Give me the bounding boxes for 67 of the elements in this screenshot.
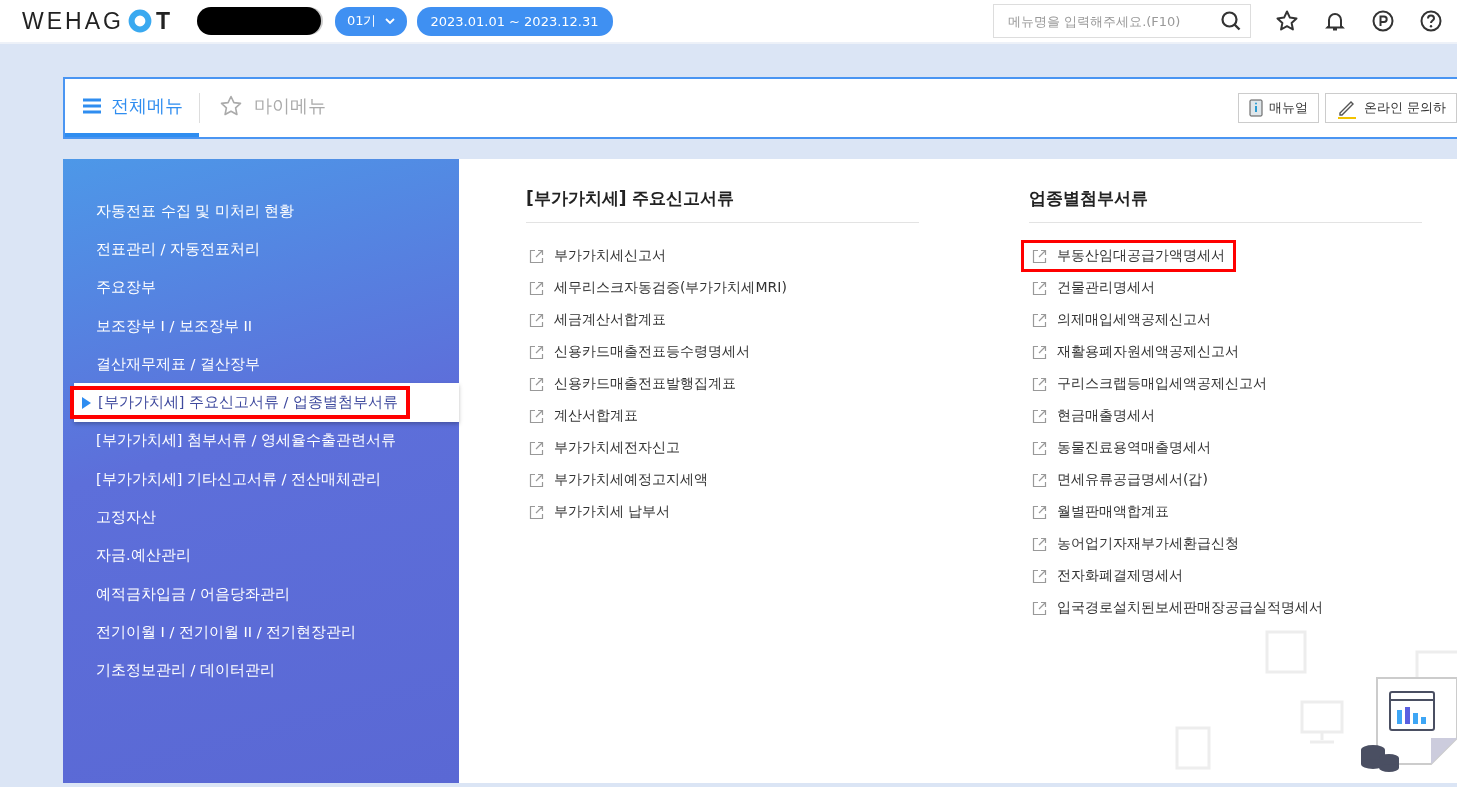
menu-link[interactable]: 세무리스크자동검증(부가가치세MRI)	[518, 272, 798, 304]
menu-link[interactable]: 구리스크랩등매입세액공제신고서	[1021, 368, 1278, 400]
menu-link[interactable]: 부가가치세예정고지세액	[518, 464, 719, 496]
sidebar-item[interactable]: 주요장부	[63, 268, 459, 307]
sidebar-item[interactable]: 보조장부 I / 보조장부 II	[63, 306, 459, 346]
menu-link[interactable]: 부동산임대공급가액명세서	[1021, 240, 1236, 272]
menu-link[interactable]: 세금계산서합계표	[518, 304, 677, 336]
menu-link[interactable]: 재활용폐자원세액공제신고서	[1021, 336, 1250, 368]
help-icon[interactable]	[1419, 9, 1443, 33]
menu-link[interactable]: 신용카드매출전표발행집계표	[518, 368, 747, 400]
menu-link[interactable]: 농어업기자재부가세환급신청	[1021, 528, 1250, 560]
menu-link[interactable]: 현금매출명세서	[1021, 400, 1166, 432]
menu-link[interactable]: 면세유류공급명세서(갑)	[1021, 464, 1219, 496]
book-icon	[1248, 99, 1263, 117]
menu-link[interactable]: 부가가치세전자신고	[518, 432, 691, 464]
menu-icon	[83, 98, 101, 114]
external-link-icon	[1032, 408, 1047, 424]
inquiry-button[interactable]: 온라인 문의하	[1324, 93, 1457, 123]
manual-button[interactable]: 매뉴얼	[1237, 93, 1319, 123]
star-icon[interactable]	[1275, 9, 1299, 33]
external-link-icon	[1032, 248, 1047, 264]
external-link-icon	[1032, 440, 1047, 456]
search-field[interactable]: 메뉴명을 입력해주세요.(F10)	[993, 4, 1251, 38]
external-link-icon	[529, 376, 544, 392]
external-link-icon	[1032, 376, 1047, 392]
external-link-icon	[1032, 504, 1047, 520]
menu-link[interactable]: 부가가치세신고서	[518, 240, 677, 272]
menu-link[interactable]: 입국경로설치된보세판매장공급실적명세서	[1021, 592, 1334, 624]
menu-link[interactable]: 건물관리명세서	[1021, 272, 1166, 304]
external-link-icon	[529, 472, 544, 488]
external-link-icon	[529, 440, 544, 456]
external-link-icon	[529, 504, 544, 520]
menu-link[interactable]: 계산서합계표	[518, 400, 649, 432]
menu-link[interactable]: 신용카드매출전표등수령명세서	[518, 336, 761, 368]
logo: WEHAG T	[22, 7, 173, 35]
menu-link[interactable]: 의제매입세액공제신고서	[1021, 304, 1222, 336]
external-link-icon	[1032, 536, 1047, 552]
external-link-icon	[1032, 472, 1047, 488]
menu-link[interactable]: 동물진료용역매출명세서	[1021, 432, 1222, 464]
menu-link[interactable]: 전자화폐결제명세서	[1021, 560, 1194, 592]
star-icon	[218, 94, 244, 118]
point-icon[interactable]	[1371, 9, 1395, 33]
external-link-icon	[1032, 568, 1047, 584]
section-title: [부가가치세] 주요신고서류	[526, 187, 919, 223]
external-link-icon	[529, 312, 544, 328]
sidebar-item[interactable]: 자금.예산관리	[63, 536, 459, 575]
external-link-icon	[529, 344, 544, 360]
external-link-icon	[1032, 280, 1047, 296]
menu-link[interactable]: 부가가치세 납부서	[518, 496, 682, 528]
external-link-icon	[1032, 600, 1047, 616]
external-link-icon	[529, 280, 544, 296]
external-link-icon	[1032, 344, 1047, 360]
sidebar-item[interactable]: [부가가치세] 기타신고서류 / 전산매체관리	[63, 460, 459, 499]
external-link-icon	[529, 408, 544, 424]
external-link-icon	[1032, 312, 1047, 328]
section-title: 업종별첨부서류	[1029, 187, 1422, 223]
search-icon	[1220, 10, 1242, 32]
sidebar-item[interactable]: 전기이월 Ⅰ / 전기이월 II / 전기현장관리	[63, 613, 459, 652]
triangle-icon	[82, 396, 91, 409]
menu-link[interactable]: 월별판매액합계표	[1021, 496, 1180, 528]
chevron-down-icon	[384, 17, 395, 25]
sidebar-item[interactable]: 고정자산	[63, 498, 459, 537]
external-link-icon	[529, 248, 544, 264]
sidebar-item[interactable]: 예적금차입금 / 어음당좌관리	[63, 574, 459, 614]
sidebar-item[interactable]: [부가가치세] 첨부서류 / 영세율수출관련서류	[63, 421, 459, 461]
sidebar-item[interactable]: 결산재무제표 / 결산장부	[63, 345, 459, 384]
sidebar-item[interactable]: 기초정보관리 / 데이터관리	[63, 651, 459, 690]
